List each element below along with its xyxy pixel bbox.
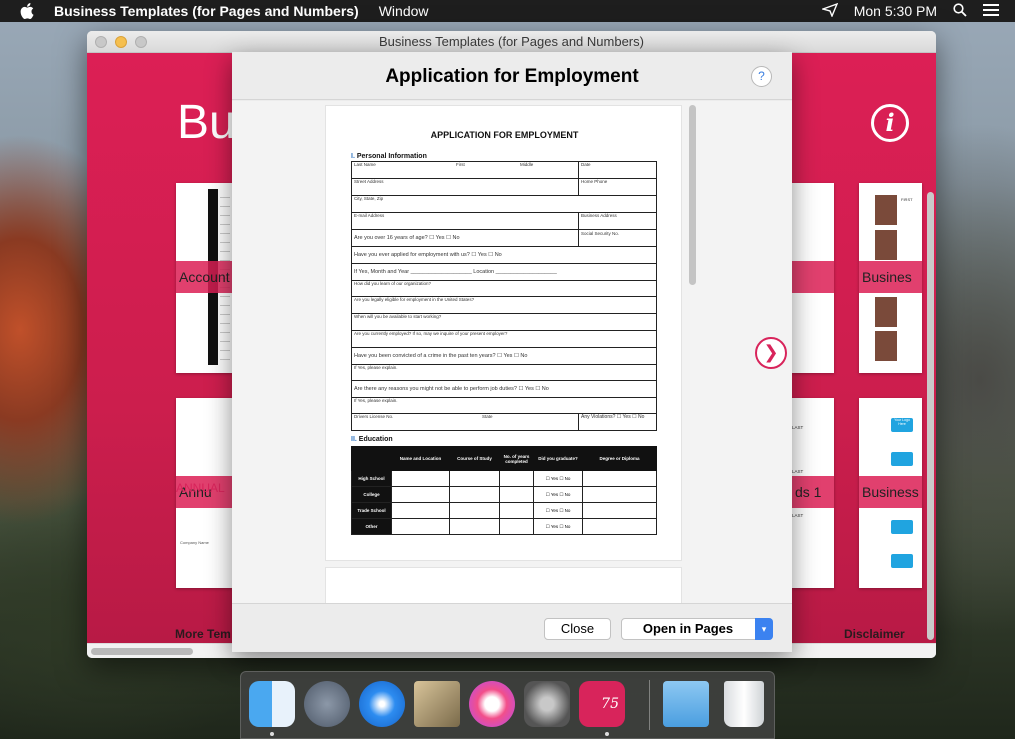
section-personal-heading: I. Personal Information	[351, 153, 427, 160]
form-row-duties: Are there any reasons you might not be a…	[352, 381, 656, 398]
thumb-label: Business	[859, 476, 922, 508]
window-title: Business Templates (for Pages and Number…	[379, 34, 644, 49]
form-row-employed: Are you currently employed? If so, may w…	[352, 331, 656, 348]
menu-clock[interactable]: Mon 5:30 PM	[854, 3, 937, 19]
template-thumb-letterhead[interactable]	[792, 183, 834, 373]
form-row-month-year: If Yes, Month and Year _________________…	[352, 264, 656, 281]
form-row-explain-2: If Yes, please explain.	[352, 398, 656, 414]
preview-title: Application for Employment	[385, 66, 639, 87]
thumb-photo	[875, 195, 897, 225]
spotlight-search-icon[interactable]	[953, 2, 967, 20]
education-table: Name and Location Course of Study No. of…	[351, 446, 657, 535]
finder-running-indicator	[270, 732, 274, 736]
more-templates-link[interactable]: More Tem	[175, 627, 231, 641]
template-thumb-annual[interactable]: ANNUAL Annu Company Name	[176, 398, 232, 588]
table-row: Other ☐ Yes ☐ No	[351, 518, 657, 535]
menu-bar: Business Templates (for Pages and Number…	[0, 0, 1015, 22]
horizontal-scroll-knob[interactable]	[91, 648, 193, 655]
window-minimize-button[interactable]	[115, 36, 127, 48]
form-row-email: E-mail Address Business Address	[352, 213, 656, 230]
preview-page: APPLICATION FOR EMPLOYMENT I. Personal I…	[325, 105, 682, 561]
gallery-title: Bu	[177, 96, 236, 149]
thumb-annual-heading: ANNUAL	[176, 481, 225, 495]
thumb-label: Busines	[859, 261, 922, 293]
next-template-button[interactable]: ❯	[755, 337, 787, 369]
table-row: High School ☐ Yes ☐ No	[351, 470, 657, 487]
location-arrow-icon[interactable]	[820, 2, 838, 20]
preview-header: Application for Employment ?	[232, 52, 792, 100]
menu-window[interactable]: Window	[379, 3, 429, 19]
form-row-explain: If Yes, please explain.	[352, 365, 656, 381]
preview-scroll-area[interactable]: APPLICATION FOR EMPLOYMENT I. Personal I…	[232, 101, 792, 603]
form-row-learn: How did you learn of our organization?	[352, 281, 656, 297]
form-row-license: Drivers License No. State Any Violations…	[352, 414, 656, 431]
form-row-available: When will you be available to start work…	[352, 314, 656, 331]
launchpad-icon[interactable]	[304, 681, 350, 727]
mail-stamp-icon[interactable]	[414, 681, 460, 727]
form-row-name: Last Name First Middle Date	[352, 162, 656, 179]
window-titlebar: Business Templates (for Pages and Number…	[87, 31, 936, 53]
thumb-label: ANNUAL Annu	[176, 476, 232, 508]
form-row-applied: Have you ever applied for employment wit…	[352, 247, 656, 264]
disclaimer-link[interactable]: Disclaimer	[844, 627, 905, 641]
section-education-heading: II. Education	[351, 436, 393, 443]
window-zoom-button[interactable]	[135, 36, 147, 48]
thumb-photo	[875, 297, 897, 327]
preview-page-2	[325, 567, 682, 603]
thumb-logo-box	[891, 452, 913, 466]
thumb-last-labels: LAST LAST LAST	[792, 425, 804, 518]
thumb-logo-box	[891, 554, 913, 568]
thumb-photo	[875, 230, 897, 260]
system-preferences-icon[interactable]	[524, 681, 570, 727]
thumb-photo	[875, 331, 897, 361]
thumb-logo-text: Your Logo Here	[894, 418, 910, 426]
form-title: APPLICATION FOR EMPLOYMENT	[430, 130, 579, 140]
thumb-label-band	[792, 261, 834, 293]
business-templates-icon[interactable]: 75	[579, 681, 625, 727]
form-row-convicted: Have you been convicted of a crime in th…	[352, 348, 656, 365]
form-row-over16: Are you over 16 years of age? ☐ Yes ☐ No…	[352, 230, 656, 247]
gallery-vertical-scrollbar[interactable]	[927, 192, 934, 640]
trash-icon[interactable]	[724, 681, 764, 727]
help-button[interactable]: ?	[751, 66, 772, 87]
dock-separator	[649, 680, 650, 730]
template-thumb-cards[interactable]: LAST LAST LAST ds 1	[792, 398, 834, 588]
preview-footer: Close Open in Pages ▾	[232, 603, 792, 652]
dock: 75	[240, 671, 775, 739]
safari-icon[interactable]	[359, 681, 405, 727]
preview-scroll-knob[interactable]	[689, 105, 696, 285]
template-thumb-accounting[interactable]: Account	[176, 183, 232, 373]
thumb-label: ds 1	[792, 476, 834, 508]
template-thumb-business-logo[interactable]: Your Logo Here Business	[859, 398, 922, 588]
menu-extras: Mon 5:30 PM	[820, 0, 1015, 22]
thumb-label: Account	[176, 261, 232, 293]
form-row-street: Street Address Home Phone	[352, 179, 656, 196]
downloads-folder-icon[interactable]	[663, 681, 709, 727]
menu-app-name[interactable]: Business Templates (for Pages and Number…	[54, 3, 359, 19]
template-thumb-business-cards[interactable]: FIRST Busines	[859, 183, 922, 373]
form-row-eligible: Are you legally eligible for employment …	[352, 297, 656, 314]
open-in-pages-label: Open in Pages	[642, 621, 734, 636]
thumb-company-name: Company Name	[180, 540, 209, 545]
thumb-first-label: FIRST	[901, 197, 913, 202]
info-button[interactable]: i	[871, 104, 909, 142]
business-templates-badge: 75	[601, 696, 619, 712]
finder-icon[interactable]	[249, 681, 295, 727]
preview-scrollbar[interactable]	[688, 101, 699, 603]
open-options-dropdown[interactable]: ▾	[755, 618, 773, 640]
notification-center-icon[interactable]	[983, 3, 999, 19]
table-row: Trade School ☐ Yes ☐ No	[351, 502, 657, 519]
personal-info-form: Last Name First Middle Date Street Addre…	[351, 161, 657, 431]
open-in-pages-button[interactable]: Open in Pages ▾	[621, 618, 773, 640]
form-row-city: City, State, Zip	[352, 196, 656, 213]
window-close-button[interactable]	[95, 36, 107, 48]
table-row: College ☐ Yes ☐ No	[351, 486, 657, 503]
thumb-logo-box	[891, 520, 913, 534]
template-preview-sheet: Application for Employment ? APPLICATION…	[232, 52, 792, 652]
close-button[interactable]: Close	[544, 618, 611, 640]
apple-icon[interactable]	[20, 3, 38, 19]
itunes-icon[interactable]	[469, 681, 515, 727]
business-templates-running-indicator	[605, 732, 609, 736]
